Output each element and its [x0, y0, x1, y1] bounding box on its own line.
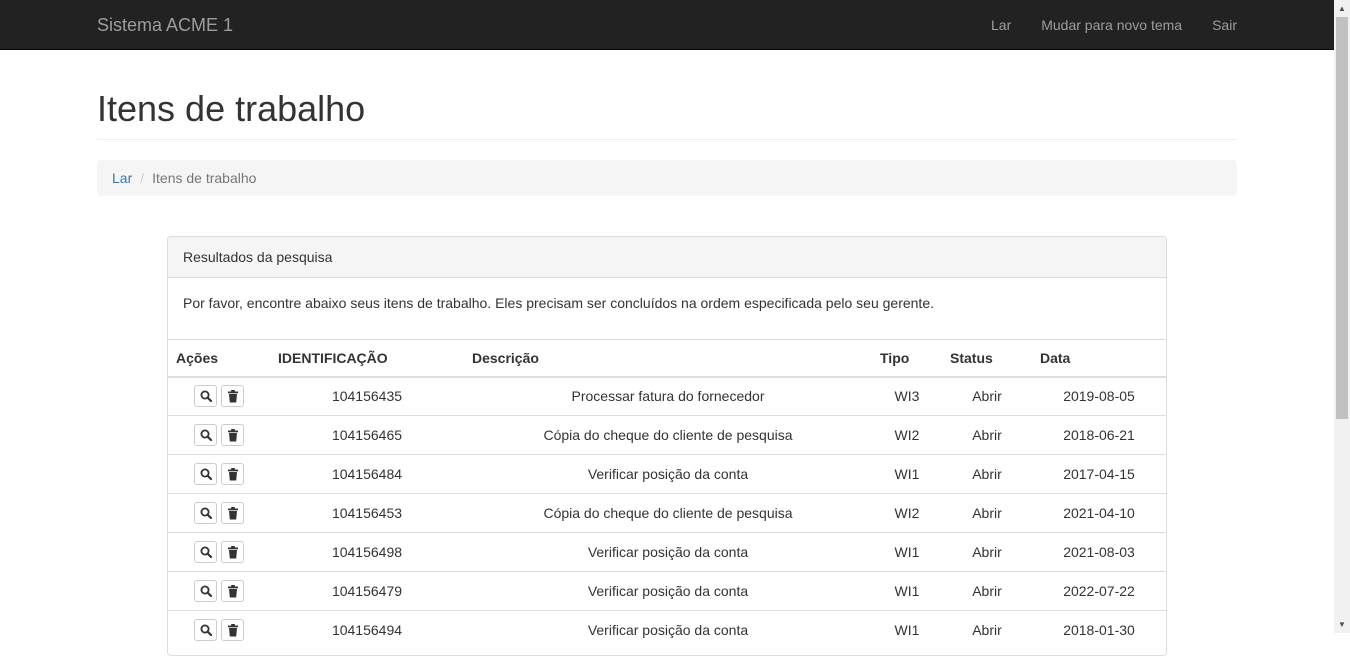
view-item-button[interactable] [194, 541, 217, 563]
cell-status: Abrir [942, 571, 1032, 611]
row-actions [168, 532, 270, 572]
cell-descricao: Cópia do cheque do cliente de pesquisa [464, 493, 872, 533]
breadcrumb: Lar / Itens de trabalho [97, 160, 1237, 196]
cell-descricao: Verificar posição da conta [464, 610, 872, 650]
work-items-table: Ações IDENTIFICAÇÃO Descrição Tipo Statu… [168, 339, 1166, 650]
breadcrumb-current: Itens de trabalho [152, 170, 257, 186]
table-header-row: Ações IDENTIFICAÇÃO Descrição Tipo Statu… [168, 339, 1166, 378]
cell-status: Abrir [942, 454, 1032, 494]
table-row: 104156479 Verificar posição da conta WI1 Ab… [168, 571, 1166, 611]
row-actions [168, 571, 270, 611]
cell-data: 2019-08-05 [1032, 376, 1166, 416]
breadcrumb-home-link[interactable]: Lar [112, 170, 132, 186]
view-item-button[interactable] [194, 502, 217, 524]
cell-data: 2021-08-03 [1032, 532, 1166, 572]
cell-data: 2018-01-30 [1032, 610, 1166, 650]
cell-tipo: WI1 [872, 454, 942, 494]
cell-data: 2017-04-15 [1032, 454, 1166, 494]
nav-link-switch-theme[interactable]: Mudar para novo tema [1011, 0, 1182, 50]
cell-data: 2022-07-22 [1032, 571, 1166, 611]
panel-heading: Resultados da pesquisa [168, 237, 1166, 278]
table-row: 104156453 Cópia do cheque do cliente de p… [168, 493, 1166, 533]
delete-item-button[interactable] [221, 424, 244, 446]
cell-tipo: WI1 [872, 532, 942, 572]
table-row: 104156494 Verificar posição da conta WI1 Ab… [168, 610, 1166, 650]
header-identificacao: IDENTIFICAÇÃO [270, 339, 464, 378]
cell-tipo: WI3 [872, 376, 942, 416]
view-item-button[interactable] [194, 424, 217, 446]
scroll-down-arrow-icon[interactable]: ▼ [1334, 616, 1350, 633]
table-row: 104156484 Verificar posição da conta WI1 Ab… [168, 454, 1166, 494]
row-actions [168, 454, 270, 494]
cell-descricao: Processar fatura do fornecedor [464, 376, 872, 416]
view-item-button[interactable] [194, 580, 217, 602]
brand-link[interactable]: Sistema ACME 1 [97, 0, 233, 50]
breadcrumb-separator: / [140, 170, 145, 186]
header-acoes: Ações [168, 339, 270, 378]
view-item-button[interactable] [194, 619, 217, 642]
table-row: 104156498 Verificar posição da conta WI1 Ab… [168, 532, 1166, 572]
cell-data: 2021-04-10 [1032, 493, 1166, 533]
cell-id: 104156498 [270, 532, 464, 572]
cell-id: 104156479 [270, 571, 464, 611]
cell-data: 2018-06-21 [1032, 415, 1166, 455]
header-tipo: Tipo [872, 339, 942, 378]
delete-item-button[interactable] [221, 502, 244, 524]
cell-id: 104156484 [270, 454, 464, 494]
cell-descricao: Cópia do cheque do cliente de pesquisa [464, 415, 872, 455]
cell-tipo: WI1 [872, 571, 942, 611]
cell-id: 104156453 [270, 493, 464, 533]
delete-item-button[interactable] [221, 580, 244, 602]
delete-item-button[interactable] [221, 463, 244, 485]
row-actions [168, 493, 270, 533]
top-navbar: Sistema ACME 1 Lar Mudar para novo tema … [0, 0, 1334, 50]
header-descricao: Descrição [464, 339, 872, 378]
scrollbar-thumb[interactable] [1336, 17, 1348, 419]
cell-id: 104156435 [270, 376, 464, 416]
cell-id: 104156494 [270, 610, 464, 650]
vertical-scrollbar[interactable]: ▲ ▼ [1334, 0, 1350, 633]
nav-link-home[interactable]: Lar [961, 0, 1011, 50]
delete-item-button[interactable] [221, 541, 244, 563]
page-title: Itens de trabalho [97, 88, 366, 129]
cell-status: Abrir [942, 415, 1032, 455]
cell-status: Abrir [942, 610, 1032, 650]
cell-descricao: Verificar posição da conta [464, 571, 872, 611]
cell-status: Abrir [942, 532, 1032, 572]
view-item-button[interactable] [194, 463, 217, 485]
nav-links: Lar Mudar para novo tema Sair [961, 0, 1237, 50]
scroll-up-arrow-icon[interactable]: ▲ [1334, 0, 1350, 17]
row-actions [168, 376, 270, 416]
view-item-button[interactable] [194, 385, 217, 408]
table-row: 104156465 Cópia do cheque do cliente de p… [168, 415, 1166, 455]
header-data: Data [1032, 339, 1166, 378]
cell-descricao: Verificar posição da conta [464, 532, 872, 572]
cell-tipo: WI2 [872, 415, 942, 455]
panel-description: Por favor, encontre abaixo seus itens de… [183, 295, 934, 311]
delete-item-button[interactable] [221, 619, 244, 642]
cell-tipo: WI1 [872, 610, 942, 650]
cell-status: Abrir [942, 493, 1032, 533]
delete-item-button[interactable] [221, 385, 244, 408]
title-divider [97, 139, 1237, 140]
header-status: Status [942, 339, 1032, 378]
cell-id: 104156465 [270, 415, 464, 455]
row-actions [168, 610, 270, 650]
results-panel: Resultados da pesquisa Por favor, encont… [167, 236, 1167, 656]
table-row: 104156435 Processar fatura do fornecedor W… [168, 376, 1166, 416]
row-actions [168, 415, 270, 455]
cell-descricao: Verificar posição da conta [464, 454, 872, 494]
cell-status: Abrir [942, 376, 1032, 416]
cell-tipo: WI2 [872, 493, 942, 533]
nav-link-logout[interactable]: Sair [1182, 0, 1237, 50]
